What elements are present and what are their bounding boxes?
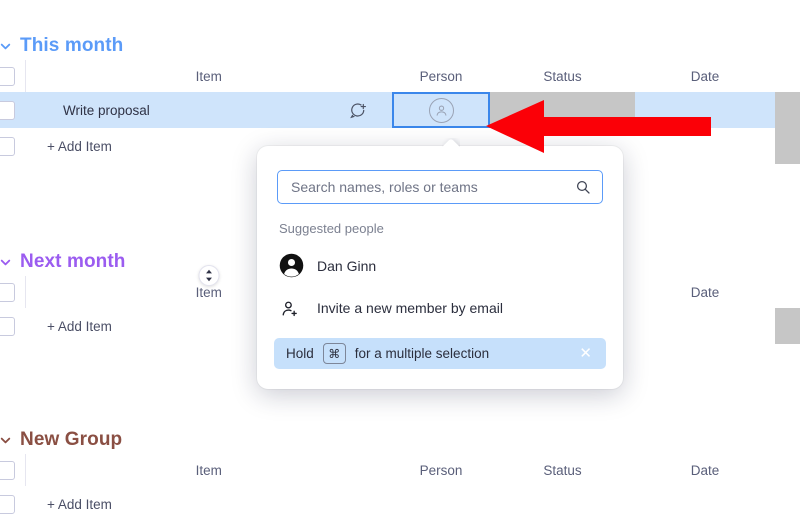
select-all-header[interactable] <box>0 60 26 92</box>
add-item-label[interactable]: + Add Item <box>25 139 112 154</box>
column-header-add[interactable] <box>775 454 800 486</box>
add-item-cell[interactable]: + Add Item <box>25 486 392 515</box>
add-row-tail <box>775 128 800 164</box>
add-row-checkbox[interactable] <box>0 494 15 514</box>
column-header-date[interactable]: Date <box>635 276 775 308</box>
search-field[interactable] <box>277 170 603 204</box>
table-header-row: Item Person Status Date <box>0 454 800 486</box>
row-checkbox[interactable] <box>0 100 15 120</box>
chevron-down-icon[interactable] <box>0 251 16 273</box>
hint-prefix: Hold <box>286 346 314 361</box>
suggested-person-item[interactable]: Dan Ginn <box>279 253 376 278</box>
close-icon[interactable]: ✕ <box>579 346 594 361</box>
invite-member-item[interactable]: Invite a new member by email <box>279 297 503 319</box>
add-row-checkbox[interactable] <box>0 136 15 156</box>
group-header-new-group[interactable]: New Group <box>0 426 800 454</box>
add-item-label[interactable]: + Add Item <box>25 319 112 334</box>
chevron-down-icon[interactable] <box>0 35 16 57</box>
column-header-person[interactable]: Person <box>392 454 490 486</box>
select-all-header[interactable] <box>0 454 26 486</box>
column-header-add[interactable] <box>775 60 800 92</box>
column-header-status[interactable]: Status <box>490 454 635 486</box>
add-row-select-cell[interactable] <box>0 486 25 515</box>
person-picker-popup: Suggested people Dan Ginn Invite a new m… <box>257 146 623 389</box>
popup-caret <box>442 138 460 147</box>
table-header-row: Item Person Status Date <box>0 60 800 92</box>
avatar-placeholder-icon[interactable] <box>428 97 454 123</box>
avatar-icon <box>279 253 304 278</box>
add-row-select-cell[interactable] <box>0 128 25 164</box>
hint-suffix: for a multiple selection <box>354 346 490 361</box>
group-header-this-month[interactable]: This month <box>0 32 800 60</box>
invite-member-label[interactable]: Invite a new member by email <box>317 300 503 316</box>
person-name[interactable]: Dan Ginn <box>317 258 376 274</box>
search-icon[interactable] <box>575 179 591 195</box>
column-header-add[interactable] <box>775 276 800 308</box>
select-all-header[interactable] <box>0 276 26 308</box>
group-title[interactable]: Next month <box>20 251 126 273</box>
add-row-date <box>635 486 775 515</box>
select-all-checkbox[interactable] <box>0 282 15 302</box>
add-row-status <box>490 486 635 515</box>
add-row-person <box>392 486 490 515</box>
multiple-selection-hint: Hold ⌘ for a multiple selection ✕ <box>274 338 606 369</box>
group-title[interactable]: This month <box>20 35 123 57</box>
add-row-checkbox[interactable] <box>0 316 15 336</box>
cell-person[interactable] <box>392 92 490 128</box>
column-header-item-label[interactable]: Item <box>196 285 222 300</box>
select-all-checkbox[interactable] <box>0 66 15 86</box>
column-header-item[interactable]: Item <box>25 454 392 486</box>
group-new-group: New Group Item Person Status Date + Add … <box>0 426 800 515</box>
cell-item[interactable]: Write proposal <box>25 92 392 128</box>
cell-add-column[interactable] <box>775 92 800 128</box>
search-input[interactable] <box>278 171 602 203</box>
board-view: This month Item Person Status Date Write… <box>0 0 800 515</box>
add-row-tail <box>775 308 800 344</box>
row-select-cell[interactable] <box>0 92 25 128</box>
group-title[interactable]: New Group <box>20 429 122 451</box>
column-header-date[interactable]: Date <box>635 454 775 486</box>
add-item-label[interactable]: + Add Item <box>25 497 112 512</box>
person-add-icon <box>279 297 301 319</box>
add-row-select-cell[interactable] <box>0 308 25 344</box>
add-row-date <box>635 308 775 344</box>
left-arrow-annotation <box>486 100 711 153</box>
table-new-group: Item Person Status Date + Add Item <box>0 454 800 515</box>
column-header-person[interactable]: Person <box>392 60 490 92</box>
column-sort-handle-icon[interactable] <box>198 265 220 286</box>
add-item-row[interactable]: + Add Item <box>0 486 800 515</box>
select-all-checkbox[interactable] <box>0 460 15 480</box>
add-row-tail <box>775 486 800 515</box>
command-key-icon: ⌘ <box>322 343 346 364</box>
suggested-people-label: Suggested people <box>279 221 384 236</box>
add-comment-icon[interactable] <box>348 101 366 119</box>
item-name[interactable]: Write proposal <box>25 103 150 118</box>
chevron-down-icon[interactable] <box>0 429 16 451</box>
column-header-item[interactable]: Item <box>25 60 392 92</box>
column-header-status[interactable]: Status <box>490 60 635 92</box>
column-header-date[interactable]: Date <box>635 60 775 92</box>
